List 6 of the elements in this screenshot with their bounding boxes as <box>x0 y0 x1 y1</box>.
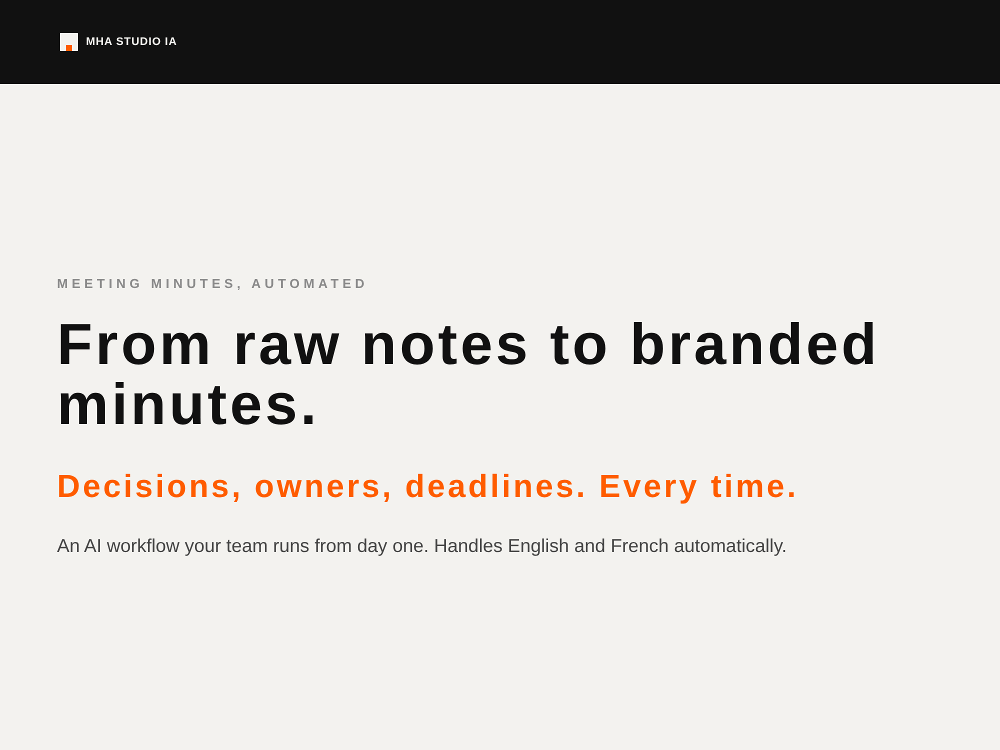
brand-name[interactable]: MHA STUDIO IA <box>86 34 178 50</box>
logo-icon <box>60 33 78 51</box>
eyebrow-text: MEETING MINUTES, AUTOMATED <box>57 275 370 293</box>
hero-description: An AI workflow your team runs from day one. Handles English and French automatically. <box>57 534 788 558</box>
hero-heading: From raw notes to branded minutes. <box>57 314 881 434</box>
hero-tagline: Decisions, owners, deadlines. Every time. <box>57 466 800 506</box>
